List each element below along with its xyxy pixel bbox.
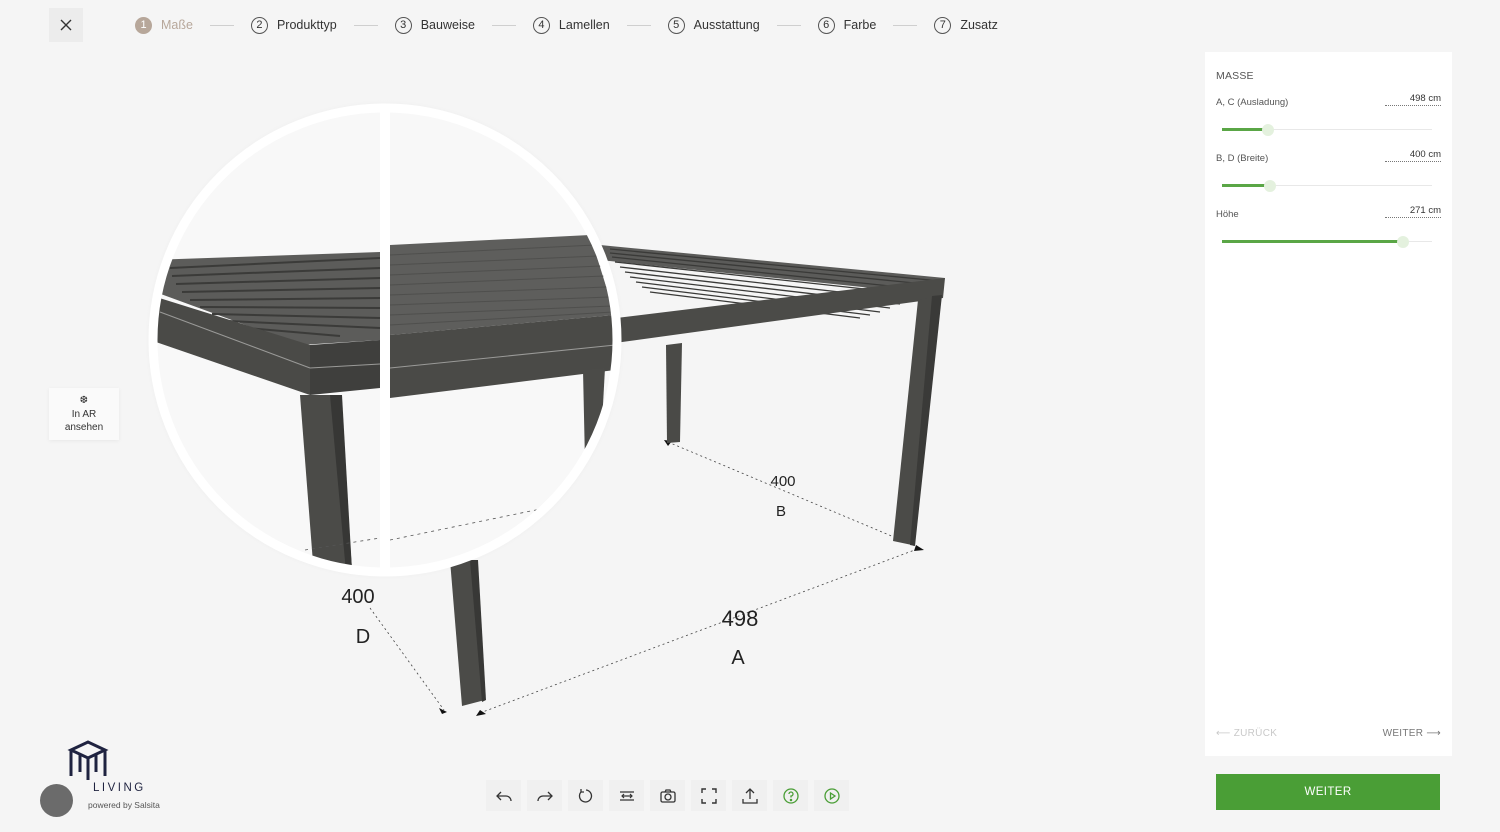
step-label: Bauweise — [420, 18, 475, 32]
ausladung-input[interactable]: 498 cm — [1385, 93, 1441, 106]
close-button[interactable] — [49, 8, 83, 42]
breite-slider[interactable] — [1222, 179, 1432, 193]
step-separator — [893, 24, 918, 26]
reset-icon — [578, 788, 592, 803]
next-link[interactable]: WEITER ⟶ — [1383, 728, 1441, 739]
ar-label-line2: ansehen — [64, 422, 104, 433]
fullscreen-button[interactable] — [691, 780, 726, 811]
reset-button[interactable] — [568, 780, 603, 811]
step-masse[interactable]: 1 Maße — [135, 16, 193, 34]
slider-thumb[interactable] — [1396, 236, 1409, 248]
field-ausladung: A, C (Ausladung) 498 cm — [1216, 93, 1441, 136]
step-zusatz[interactable]: 7 Zusatz — [934, 16, 998, 34]
arrow-left-icon: ⟵ — [1216, 728, 1234, 739]
arrow-right-icon: ⟶ — [1423, 728, 1441, 739]
ar-cube-icon: ❆ — [79, 395, 89, 406]
screenshot-icon — [659, 788, 676, 803]
step-number: 6 — [817, 16, 835, 34]
powered-by: powered by Salsita — [88, 800, 160, 810]
slider-thumb[interactable] — [1262, 124, 1275, 136]
step-navigation: 1 Maße 2 Produkttyp 3 Bauweise 4 Lamelle… — [135, 16, 998, 34]
slider-fill — [1222, 240, 1403, 243]
viewer-toolbar — [486, 780, 849, 811]
step-label: Zusatz — [960, 18, 998, 32]
brand-name: LIVING — [93, 782, 146, 794]
ar-label-line1: In AR — [71, 409, 97, 420]
dimension-a-letter: A — [731, 647, 745, 669]
weiter-button[interactable]: WEITER — [1216, 774, 1440, 810]
step-number: 5 — [667, 16, 685, 34]
step-separator — [491, 24, 516, 26]
step-lamellen[interactable]: 4 Lamellen — [532, 16, 610, 34]
screenshot-button[interactable] — [650, 780, 685, 811]
hoehe-slider[interactable] — [1222, 235, 1432, 249]
panel-navigation: ⟵ ZURÜCK WEITER ⟶ — [1216, 728, 1441, 739]
step-produkttyp[interactable]: 2 Produkttyp — [250, 16, 337, 34]
help-button[interactable] — [773, 780, 808, 811]
step-label: Ausstattung — [693, 18, 760, 32]
play-icon — [823, 787, 840, 804]
close-icon — [60, 19, 72, 31]
dimension-b-value: 400 — [770, 473, 796, 490]
step-bauweise[interactable]: 3 Bauweise — [394, 16, 475, 34]
redo-icon — [536, 791, 553, 801]
slider-thumb[interactable] — [1264, 180, 1277, 192]
pergola-logo-icon — [67, 740, 109, 780]
measure-icon — [619, 790, 634, 801]
step-separator — [776, 24, 801, 26]
dimension-a-value: 498 — [721, 606, 759, 631]
step-number: 1 — [135, 16, 152, 34]
breite-input[interactable]: 400 cm — [1385, 149, 1441, 162]
step-label: Maße — [161, 18, 193, 32]
step-number: 2 — [250, 16, 268, 34]
slider-fill — [1222, 184, 1271, 187]
step-label: Produkttyp — [276, 18, 337, 32]
hoehe-input[interactable]: 271 cm — [1385, 205, 1441, 218]
fullscreen-icon — [700, 787, 717, 804]
back-link[interactable]: ⟵ ZURÜCK — [1216, 728, 1277, 739]
pergola-render[interactable] — [0, 50, 1190, 770]
panel-title: MASSE — [1216, 70, 1254, 82]
brand-logo: LIVING powered by Salsita — [40, 738, 160, 824]
dimension-d-letter: D — [355, 626, 371, 648]
ausladung-slider[interactable] — [1222, 123, 1432, 137]
field-breite: B, D (Breite) 400 cm — [1216, 149, 1441, 192]
step-ausstattung[interactable]: 5 Ausstattung — [667, 16, 760, 34]
view-in-ar-button[interactable]: ❆ In AR ansehen — [49, 388, 119, 440]
step-farbe[interactable]: 6 Farbe — [817, 16, 877, 34]
field-hoehe: Höhe 271 cm — [1216, 205, 1441, 248]
back-label: ZURÜCK — [1233, 728, 1278, 739]
step-separator — [353, 24, 378, 26]
step-number: 7 — [934, 16, 952, 34]
step-separator — [209, 24, 234, 26]
measure-button[interactable] — [609, 780, 644, 811]
dimension-d-value: 400 — [341, 586, 375, 608]
next-label: WEITER — [1382, 728, 1424, 739]
step-separator — [626, 24, 651, 26]
share-button[interactable] — [732, 780, 767, 811]
step-number: 3 — [394, 16, 412, 34]
undo-button[interactable] — [486, 780, 521, 811]
help-icon — [782, 787, 799, 804]
step-label: Lamellen — [558, 18, 610, 32]
configuration-panel: MASSE A, C (Ausladung) 498 cm B, D (Brei… — [1205, 52, 1452, 756]
play-animation-button[interactable] — [814, 780, 849, 811]
undo-icon — [495, 791, 512, 801]
step-number: 4 — [532, 16, 550, 34]
share-icon — [741, 787, 758, 804]
redo-button[interactable] — [527, 780, 562, 811]
step-label: Farbe — [843, 18, 877, 32]
dimension-b-letter: B — [775, 503, 786, 520]
product-3d-viewer[interactable]: 498 A 400 B 400 D — [0, 50, 1190, 770]
